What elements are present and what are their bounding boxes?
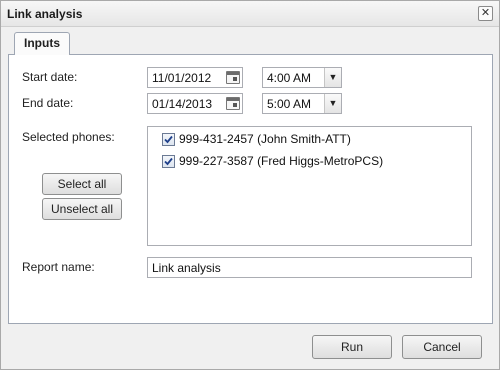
selected-phones-label: Selected phones: xyxy=(22,130,115,144)
calendar-icon[interactable] xyxy=(226,71,240,84)
chevron-down-icon[interactable]: ▼ xyxy=(324,68,341,87)
tab-inputs[interactable]: Inputs xyxy=(14,32,70,55)
phone-list[interactable]: 999-431-2457 (John Smith-ATT) 999-227-35… xyxy=(147,126,472,246)
inputs-panel: Start date: 4:00 AM ▼ End date: 5:00 AM … xyxy=(8,54,493,324)
end-time-select[interactable]: 5:00 AM ▼ xyxy=(262,93,342,114)
calendar-icon[interactable] xyxy=(226,97,240,110)
phone-checkbox[interactable] xyxy=(162,133,175,146)
title-bar: Link analysis ✕ xyxy=(1,1,499,27)
close-icon: ✕ xyxy=(480,7,491,19)
close-button[interactable]: ✕ xyxy=(478,6,493,21)
link-analysis-dialog: Link analysis ✕ Inputs Start date: 4:00 … xyxy=(0,0,500,370)
phone-label: 999-227-3587 (Fred Higgs-MetroPCS) xyxy=(179,154,384,168)
chevron-down-icon[interactable]: ▼ xyxy=(324,94,341,113)
check-icon xyxy=(164,157,173,166)
report-name-input[interactable] xyxy=(147,257,472,278)
start-time-select[interactable]: 4:00 AM ▼ xyxy=(262,67,342,88)
select-all-button[interactable]: Select all xyxy=(42,173,122,195)
end-date-label: End date: xyxy=(22,96,74,110)
start-time-value: 4:00 AM xyxy=(267,71,312,85)
phone-checkbox[interactable] xyxy=(162,155,175,168)
start-date-label: Start date: xyxy=(22,70,78,84)
dialog-title: Link analysis xyxy=(7,7,83,21)
cancel-button[interactable]: Cancel xyxy=(402,335,482,359)
check-icon xyxy=(164,135,173,144)
phone-label: 999-431-2457 (John Smith-ATT) xyxy=(179,132,351,146)
end-time-value: 5:00 AM xyxy=(267,97,312,111)
run-button[interactable]: Run xyxy=(312,335,392,359)
report-name-label: Report name: xyxy=(22,260,95,274)
unselect-all-button[interactable]: Unselect all xyxy=(42,198,122,220)
